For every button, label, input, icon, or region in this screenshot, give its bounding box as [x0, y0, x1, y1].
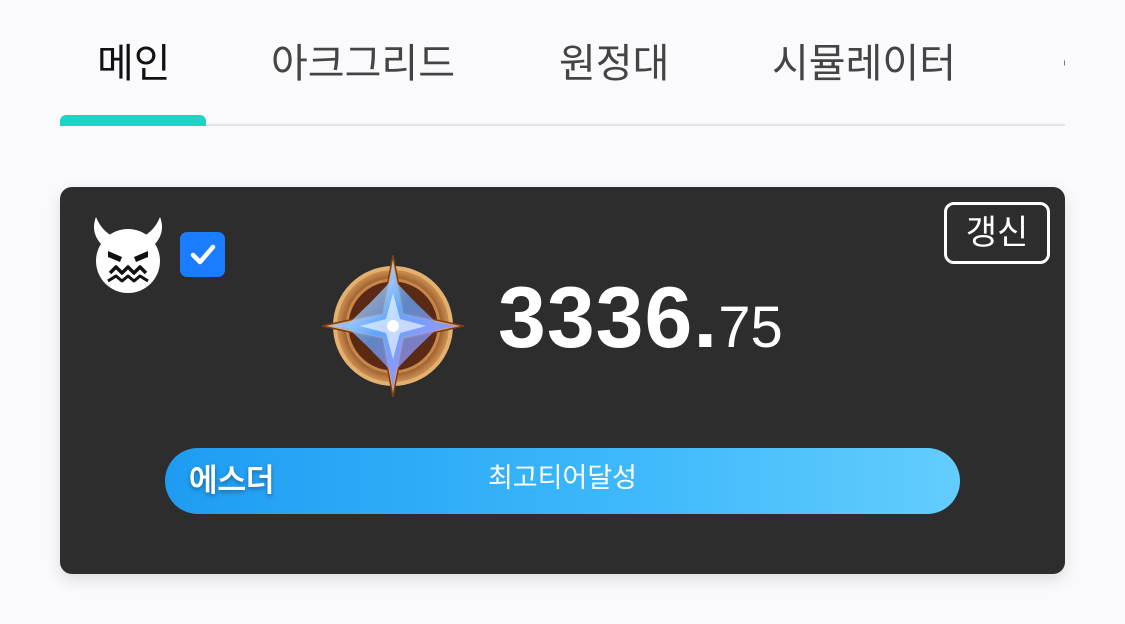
select-checkbox[interactable] [180, 232, 225, 277]
tab-main[interactable]: 메인 [97, 36, 171, 92]
tab-divider [60, 124, 1065, 126]
refresh-button[interactable]: 갱신 [944, 202, 1050, 264]
character-card: 갱신 3336.75 에스더 최고티어달성 [60, 187, 1065, 574]
tab-arkgrid[interactable]: 아크그리드 [271, 36, 455, 92]
tab-simulator[interactable]: 시뮬레이터 [772, 36, 956, 92]
tab-bar: 메인 아크그리드 원정대 시뮬레이터 · [60, 0, 1065, 126]
score-decimal: 75 [718, 295, 783, 360]
tab-overflow[interactable]: · [1060, 36, 1065, 92]
demon-face-icon [88, 215, 168, 295]
check-icon [190, 244, 215, 264]
score-integer: 3336. [498, 270, 719, 366]
tab-expedition[interactable]: 원정대 [559, 36, 669, 92]
tier-bar: 에스더 최고티어달성 [165, 448, 960, 514]
star-crystal-emblem-icon [320, 253, 466, 399]
active-tab-indicator [60, 115, 206, 126]
item-level-score: 3336.75 [498, 269, 783, 368]
tier-status: 최고티어달성 [487, 463, 638, 494]
